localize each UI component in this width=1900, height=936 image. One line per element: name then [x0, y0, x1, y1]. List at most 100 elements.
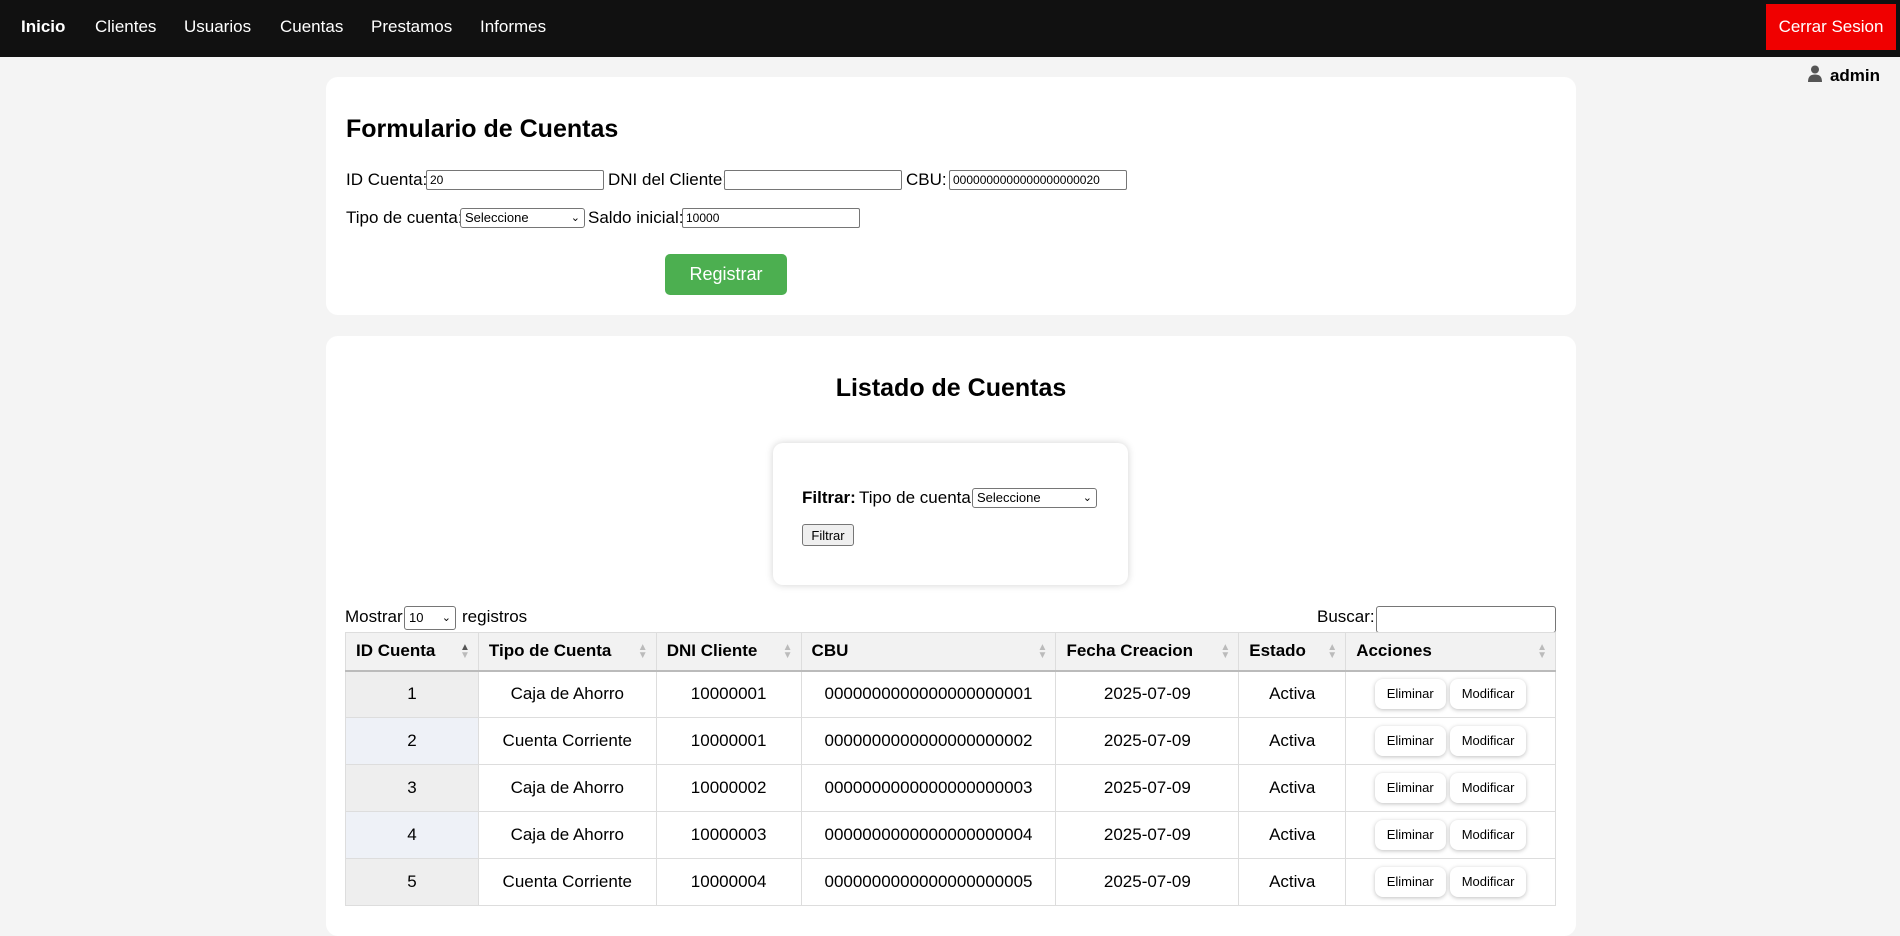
search-label: Buscar:: [1317, 607, 1375, 626]
form-title: Formulario de Cuentas: [346, 115, 619, 143]
cell-tipo: Caja de Ahorro: [477, 811, 657, 859]
sort-icon: ▲ ▼: [459, 642, 470, 661]
cell-estado: Activa: [1238, 811, 1347, 859]
edit-button[interactable]: Modificar: [1449, 867, 1527, 897]
table-row: 1 Caja de Ahorro 10000001 00000000000000…: [345, 670, 1556, 718]
col-label: Estado: [1249, 641, 1306, 661]
user-info: admin: [1807, 65, 1880, 87]
chevron-down-icon: ⌄: [1082, 492, 1092, 504]
table-row: 5 Cuenta Corriente 10000004 000000000000…: [345, 858, 1556, 906]
accounts-table: ID Cuenta ▲ ▼ Tipo de Cuenta ▲ ▼ DNI Cliente…: [345, 632, 1556, 906]
sort-icon: ▲ ▼: [1537, 642, 1547, 661]
cell-estado: Activa: [1238, 764, 1347, 812]
page-length-selected: 10: [409, 610, 424, 625]
nav-clientes[interactable]: Clientes: [95, 17, 156, 37]
cell-dni: 10000003: [655, 811, 802, 859]
user-name: admin: [1829, 66, 1880, 85]
cell-tipo: Caja de Ahorro: [477, 764, 657, 812]
col-dni-cliente[interactable]: DNI Cliente ▲ ▼: [655, 632, 802, 672]
nav-prestamos[interactable]: Prestamos: [371, 17, 452, 37]
cell-dni: 10000004: [655, 858, 802, 906]
tipo-cuenta-selected: Seleccione: [465, 210, 529, 225]
cell-cbu: 0000000000000000000004: [800, 811, 1057, 859]
delete-button[interactable]: Eliminar: [1374, 679, 1446, 710]
top-navbar: Inicio Clientes Usuarios Cuentas Prestam…: [0, 0, 1900, 57]
saldo-inicial-label: Saldo inicial:: [588, 208, 684, 227]
filter-button[interactable]: Filtrar: [802, 524, 854, 546]
cell-fecha: 2025-07-09: [1055, 811, 1240, 859]
edit-button[interactable]: Modificar: [1449, 773, 1527, 803]
search-input[interactable]: [1376, 606, 1556, 633]
col-label: CBU: [811, 641, 849, 661]
account-form-card: Formulario de Cuentas ID Cuenta: 20 DNI …: [326, 77, 1576, 315]
table-header-row: ID Cuenta ▲ ▼ Tipo de Cuenta ▲ ▼ DNI Cliente…: [345, 632, 1556, 672]
cell-tipo: Caja de Ahorro: [477, 670, 657, 718]
col-fecha-creacion[interactable]: Fecha Creacion ▲ ▼: [1055, 632, 1240, 672]
tipo-cuenta-label: Tipo de cuenta:: [346, 208, 463, 227]
cell-id: 4: [345, 811, 479, 859]
delete-button[interactable]: Eliminar: [1374, 867, 1446, 897]
cell-estado: Activa: [1238, 858, 1347, 906]
filter-panel: Filtrar: Tipo de cuenta: Seleccione ⌄ Fi…: [773, 443, 1128, 585]
page-length-select[interactable]: 10 ⌄: [404, 606, 456, 630]
cell-id: 3: [345, 764, 479, 812]
logout-button[interactable]: Cerrar Sesion: [1766, 4, 1896, 50]
col-label: Tipo de Cuenta: [488, 641, 612, 661]
cell-tipo: Cuenta Corriente: [477, 717, 657, 765]
col-estado[interactable]: Estado ▲ ▼: [1238, 632, 1347, 672]
tipo-cuenta-select[interactable]: Seleccione ⌄: [460, 208, 585, 228]
edit-button[interactable]: Modificar: [1449, 820, 1527, 850]
col-cbu[interactable]: CBU ▲ ▼: [800, 632, 1057, 672]
filter-tipo-label: Tipo de cuenta:: [859, 488, 976, 507]
table-row: 2 Cuenta Corriente 10000001 000000000000…: [345, 717, 1556, 765]
sort-icon: ▲ ▼: [1220, 642, 1231, 661]
cell-acciones: Eliminar Modificar: [1345, 811, 1556, 859]
cell-id: 5: [345, 858, 479, 906]
cell-fecha: 2025-07-09: [1055, 670, 1240, 718]
chevron-down-icon: ⌄: [570, 212, 580, 224]
col-label: ID Cuenta: [356, 641, 436, 661]
cell-fecha: 2025-07-09: [1055, 764, 1240, 812]
filter-label: Filtrar:: [802, 488, 856, 507]
cell-id: 1: [345, 670, 479, 718]
cell-acciones: Eliminar Modificar: [1345, 717, 1556, 765]
cell-cbu: 0000000000000000000001: [800, 670, 1057, 718]
user-icon: [1807, 65, 1822, 87]
show-suffix-label: registros: [462, 607, 528, 626]
cell-dni: 10000001: [655, 670, 802, 718]
cell-cbu: 0000000000000000000002: [800, 717, 1057, 765]
show-prefix-label: Mostrar: [345, 607, 403, 626]
id-cuenta-input[interactable]: 20: [426, 170, 604, 190]
cell-fecha: 2025-07-09: [1055, 717, 1240, 765]
account-list-card: Listado de Cuentas Filtrar: Tipo de cuen…: [326, 336, 1576, 936]
col-tipo-cuenta[interactable]: Tipo de Cuenta ▲ ▼: [477, 632, 657, 672]
col-label: Fecha Creacion: [1066, 641, 1194, 661]
dni-cliente-input[interactable]: [724, 170, 902, 190]
sort-icon: ▲ ▼: [782, 642, 793, 661]
cell-tipo: Cuenta Corriente: [477, 858, 657, 906]
col-id-cuenta[interactable]: ID Cuenta ▲ ▼: [345, 632, 479, 672]
nav-informes[interactable]: Informes: [480, 17, 546, 37]
sort-icon: ▲ ▼: [1327, 642, 1338, 661]
delete-button[interactable]: Eliminar: [1374, 820, 1446, 850]
nav-cuentas[interactable]: Cuentas: [280, 17, 343, 37]
cell-dni: 10000002: [655, 764, 802, 812]
cell-estado: Activa: [1238, 717, 1347, 765]
register-button[interactable]: Registrar: [665, 254, 787, 295]
sort-icon: ▲ ▼: [1037, 642, 1048, 661]
saldo-inicial-input[interactable]: 10000: [682, 208, 860, 228]
filter-tipo-select[interactable]: Seleccione ⌄: [972, 488, 1097, 508]
cell-cbu: 0000000000000000000005: [800, 858, 1057, 906]
cell-fecha: 2025-07-09: [1055, 858, 1240, 906]
edit-button[interactable]: Modificar: [1449, 726, 1527, 756]
cbu-input[interactable]: 0000000000000000000020: [949, 170, 1127, 190]
table-row: 4 Caja de Ahorro 10000003 00000000000000…: [345, 811, 1556, 859]
col-acciones[interactable]: Acciones ▲ ▼: [1345, 632, 1556, 672]
delete-button[interactable]: Eliminar: [1374, 773, 1446, 803]
sort-icon: ▲ ▼: [637, 642, 648, 661]
nav-inicio[interactable]: Inicio: [21, 17, 65, 37]
delete-button[interactable]: Eliminar: [1374, 726, 1446, 756]
edit-button[interactable]: Modificar: [1449, 679, 1527, 710]
nav-usuarios[interactable]: Usuarios: [184, 17, 251, 37]
list-title: Listado de Cuentas: [835, 374, 1067, 402]
